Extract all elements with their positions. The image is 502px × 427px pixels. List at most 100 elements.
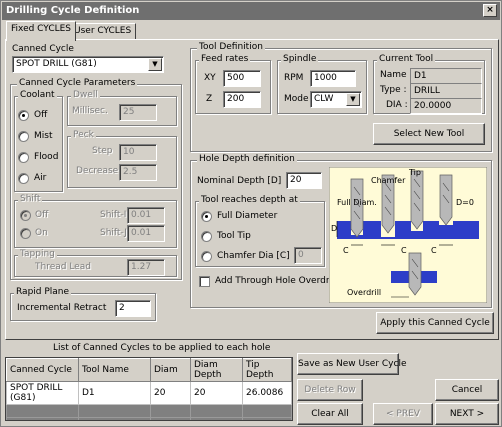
tapping-label: Tapping [18,249,57,259]
nominal-depth-input[interactable]: 20 [286,172,322,189]
canned-cycle-select[interactable]: SPOT DRILL (G81) ▼ [12,56,164,73]
shift-label: Shift [18,194,43,204]
chamfer-dia-input[interactable]: 0 [294,247,322,264]
diagram-overdrill-label: Overdrill [347,288,381,297]
shift-j-input[interactable]: 0.01 [127,225,165,242]
window-title: Drilling Cycle Definition [6,5,140,16]
peck-group: Peck Step 10 Decrease 2.5 [67,130,177,188]
z-label: Z [206,94,213,104]
rapid-plane-label: Rapid Plane [14,287,72,297]
coolant-mist-radio[interactable] [18,131,29,142]
peck-label: Peck [71,130,96,140]
xy-feed-input[interactable]: 500 [223,70,261,87]
shift-on-radio[interactable] [20,228,31,239]
prev-button[interactable]: < PREV [373,403,433,425]
mode-select[interactable]: CLW ▼ [310,91,362,108]
diagram-chamfer-label: Chamfer [371,176,406,185]
diagram-d0-label: D=0 [456,198,474,207]
tab-user-cycles[interactable]: User CYCLES [69,23,137,40]
spindle-group: Spindle RPM 1000 Mode CLW ▼ [277,54,367,114]
shift-group: Shift Off On Shift-I 0.01 Shift-J 0.01 [14,194,177,248]
tool-reaches-label: Tool reaches depth at [199,195,300,205]
dwell-group: Dwell Millisec. 25 [67,90,177,126]
column-header[interactable]: Tool Name [78,358,151,382]
drilling-cycle-window: Drilling Cycle Definition × Fixed CYCLES… [0,0,502,427]
hole-depth-label: Hole Depth definition [197,154,297,164]
chevron-down-icon[interactable]: ▼ [148,58,162,71]
table-header-row: Canned Cycle Tool Name Diam Diam Depth T… [6,358,292,382]
coolant-air-radio[interactable] [18,173,29,184]
canned-cycles-table[interactable]: Canned Cycle Tool Name Diam Diam Depth T… [5,357,293,421]
tool-definition-group: Tool Definition Feed rates XY 500 Z 200 … [190,42,492,152]
incremental-retract-label: Incremental Retract [17,303,107,313]
diagram-c-label-1: C [343,246,349,255]
full-diameter-label: Full Diameter [217,211,278,221]
tab-fixed-cycles[interactable]: Fixed CYCLES [6,21,77,41]
feed-rates-group: Feed rates XY 500 Z 200 [195,54,271,114]
canned-cycle-value: SPOT DRILL (G81) [16,59,97,69]
shift-i-input[interactable]: 0.01 [127,207,165,224]
mode-label: Mode [284,94,309,104]
thread-lead-input[interactable]: 1.27 [127,259,165,276]
shift-j-label: Shift-J [100,228,127,238]
table-cell: 20 [150,381,191,405]
coolant-mist-label: Mist [34,131,53,141]
fixed-cycles-panel: Canned Cycle SPOT DRILL (G81) ▼ Canned C… [5,39,499,340]
full-diameter-radio[interactable] [201,211,212,222]
incremental-retract-input[interactable]: 2 [115,300,151,317]
next-button[interactable]: NEXT > [435,403,499,425]
column-header[interactable]: Tip Depth [242,358,292,382]
save-new-user-cycle-button[interactable]: Save as New User Cycle [297,353,406,375]
column-header[interactable]: Diam Depth [190,358,243,382]
thread-lead-label: Thread Lead [35,262,91,272]
apply-canned-cycle-button[interactable]: Apply this Canned Cycle [376,312,494,334]
tip-drill-icon [410,170,424,230]
table-cell: 20 [190,381,243,405]
table-cell: D1 [78,381,151,405]
z-feed-input[interactable]: 200 [223,91,261,108]
tool-type-label: Type : [380,85,407,95]
coolant-flood-radio[interactable] [18,152,29,163]
millisec-label: Millisec. [72,106,108,116]
tool-tip-radio[interactable] [201,231,212,242]
chevron-down-icon[interactable]: ▼ [346,93,360,106]
chamfer-dia-label: Chamfer Dia [C] [217,251,290,261]
shift-off-label: Off [35,210,49,220]
tool-dia-label: DIA : [386,100,408,110]
tool-tip-label: Tool Tip [217,231,251,241]
canned-cycle-label: Canned Cycle [12,44,74,54]
diagram-d-label: D [331,224,337,233]
decrease-input[interactable]: 2.5 [119,164,157,181]
coolant-label: Coolant [18,90,57,100]
coolant-air-label: Air [34,173,47,183]
coolant-off-radio[interactable] [18,110,29,121]
shift-i-label: Shift-I [100,210,127,220]
rpm-input[interactable]: 1000 [310,70,356,87]
xy-label: XY [204,73,216,83]
cancel-button[interactable]: Cancel [435,379,499,401]
overdrill-checkbox[interactable] [199,276,210,287]
column-header[interactable]: Diam [150,358,191,382]
overdrill-drill-icon [408,252,422,296]
step-input[interactable]: 10 [119,144,157,161]
shift-off-radio[interactable] [20,210,31,221]
millisec-input[interactable]: 25 [119,104,157,121]
diagram-tip-label: Tip [408,168,421,177]
dwell-label: Dwell [71,90,100,100]
column-header[interactable]: Canned Cycle [6,358,79,382]
list-title: List of Canned Cycles to be applied to e… [53,343,271,353]
diagram-full-diam-label: Full Diam. [337,198,377,207]
coolant-flood-label: Flood [34,152,59,162]
tool-definition-label: Tool Definition [197,42,265,52]
select-new-tool-button[interactable]: Select New Tool [373,123,485,145]
table-cell: SPOT DRILL (G81) [6,381,79,405]
tool-dia-value: 20.0000 [410,98,482,114]
step-label: Step [92,146,113,156]
delete-row-button[interactable]: Delete Row [297,379,363,401]
coolant-group: Coolant Off Mist Flood Air [14,90,63,192]
chamfer-dia-radio[interactable] [201,251,212,262]
overdrill-checkbox-label: Add Through Hole Overdrill [215,276,338,286]
close-icon[interactable]: × [483,4,497,17]
clear-all-button[interactable]: Clear All [297,403,363,425]
table-row[interactable]: SPOT DRILL (G81) D1 20 20 26.0086 [6,381,292,405]
